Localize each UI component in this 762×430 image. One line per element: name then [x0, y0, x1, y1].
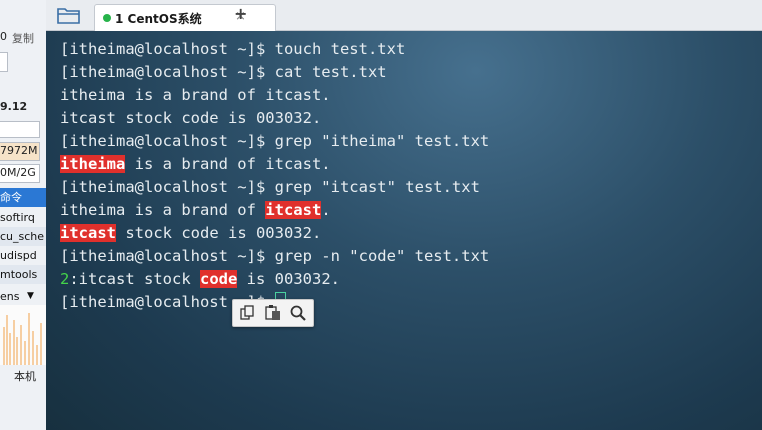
- sidebar-top-value: 0: [0, 30, 7, 43]
- dropdown-arrow-icon: ▼: [27, 291, 34, 301]
- terminal-line: itcast stock code is 003032.: [60, 222, 321, 244]
- terminal-text: itcast stock code is 003032.: [60, 109, 322, 127]
- process-row[interactable]: mtools: [0, 265, 46, 284]
- sidebar-field: [0, 121, 40, 138]
- folder-icon: [57, 8, 80, 24]
- sidebar-version: 9.12: [0, 100, 28, 113]
- terminal-line: itheima is a brand of itcast.: [60, 199, 331, 221]
- local-label: 本机: [14, 370, 36, 383]
- terminal-line: itcast stock code is 003032.: [60, 107, 321, 129]
- terminal-text: [itheima@localhost ~]$ touch test.txt: [60, 40, 406, 58]
- process-row[interactable]: softirq: [0, 208, 46, 227]
- copy-link[interactable]: 复制: [12, 30, 34, 46]
- terminal-line: [itheima@localhost ~]$ touch test.txt: [60, 38, 405, 60]
- terminal-text: stock code is 003032.: [116, 224, 322, 242]
- terminal-text: .: [321, 201, 331, 219]
- sidebar-input[interactable]: [0, 52, 8, 72]
- terminal-line: [itheima@localhost ~]$ grep -n "code" te…: [60, 245, 489, 267]
- match-highlight: itcast: [265, 201, 322, 219]
- terminal-line: [itheima@localhost ~]$ grep "itheima" te…: [60, 130, 489, 152]
- terminal-text: itheima is a brand of: [60, 201, 266, 219]
- tab-centos[interactable]: 1 CentOS系统 ×: [94, 4, 276, 31]
- terminal-text: :itcast stock: [69, 270, 200, 288]
- terminal-line: 2:itcast stock code is 003032.: [60, 268, 340, 290]
- match-highlight: itheima: [60, 155, 126, 173]
- process-row[interactable]: udispd: [0, 246, 46, 265]
- terminal-line: itheima is a brand of itcast.: [60, 153, 331, 175]
- terminal-text: itheima is a brand of itcast.: [60, 86, 331, 104]
- search-icon[interactable]: [289, 304, 307, 322]
- network-graph: [0, 305, 46, 365]
- process-row[interactable]: cu_sche: [0, 227, 46, 246]
- terminal-text: is 003032.: [237, 270, 340, 288]
- terminal-text: [itheima@localhost ~]$ grep "itheima" te…: [60, 132, 490, 150]
- copy-icon[interactable]: [238, 304, 256, 322]
- disk-meter: 0M/2G: [0, 164, 40, 183]
- terminal-line: itheima is a brand of itcast.: [60, 84, 331, 106]
- terminal-text: [itheima@localhost ~]$ cat test.txt: [60, 63, 387, 81]
- match-highlight: itcast: [60, 224, 116, 242]
- new-tab-button[interactable]: +: [234, 4, 247, 23]
- match-highlight: code: [200, 270, 238, 288]
- terminal-text: is a brand of itcast.: [125, 155, 331, 173]
- folder-button[interactable]: [56, 5, 82, 25]
- left-sidebar: 0 复制 9.12 7972M 0M/2G 命令 softirq cu_sche…: [0, 0, 47, 430]
- terminal-area[interactable]: [itheima@localhost ~]$ touch test.txt [it…: [46, 31, 762, 430]
- terminal-text: [itheima@localhost ~]$ grep -n "code" te…: [60, 247, 490, 265]
- paste-icon[interactable]: [264, 304, 282, 322]
- selection-popup: [232, 299, 314, 327]
- terminal-line: [itheima@localhost ~]$ cat test.txt: [60, 61, 387, 83]
- status-dot-icon: [103, 14, 111, 22]
- network-selector[interactable]: ens ▼: [0, 287, 46, 306]
- line-number: 2: [60, 270, 70, 288]
- memory-meter: 7972M: [0, 142, 40, 161]
- command-column-header[interactable]: 命令: [0, 188, 46, 207]
- terminal-line: [itheima@localhost ~]$ grep "itcast" tes…: [60, 176, 480, 198]
- tab-label: 1 CentOS系统: [115, 12, 202, 26]
- tab-bar: 1 CentOS系统 × +: [46, 0, 762, 31]
- terminal-text: [itheima@localhost ~]$ grep "itcast" tes…: [60, 178, 480, 196]
